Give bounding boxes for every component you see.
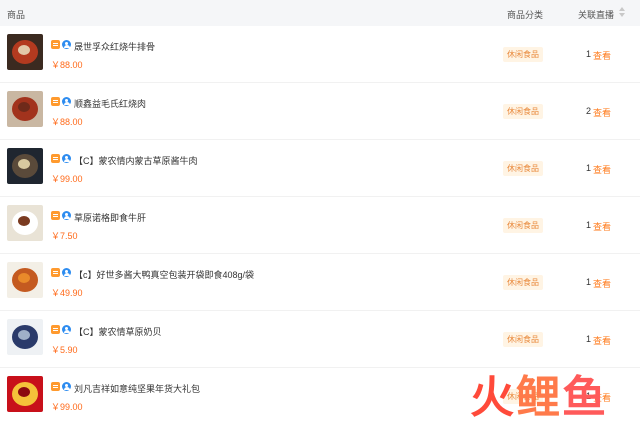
- live-count: 1: [586, 277, 592, 287]
- live-count: 1: [586, 49, 592, 59]
- product-name[interactable]: 顺鑫益毛氏红烧肉: [74, 97, 146, 110]
- anchor-badge-icon: [62, 325, 71, 334]
- shop-badge-icon: [51, 40, 60, 49]
- live-count: 1: [586, 220, 592, 230]
- product-name[interactable]: 【C】蒙农情草原奶贝: [74, 325, 162, 338]
- header-product: 商品: [7, 10, 26, 20]
- product-thumbnail[interactable]: [7, 262, 43, 298]
- product-thumbnail[interactable]: [7, 319, 43, 355]
- category-tag: 休闲食品: [503, 332, 543, 347]
- shop-badge-icon: [51, 97, 60, 106]
- anchor-badge-icon: [62, 382, 71, 391]
- category-tag: 休闲食品: [503, 275, 543, 290]
- table-row: 草原诺格即食牛肝 ￥7.50 休闲食品 1 查看: [0, 197, 640, 254]
- anchor-badge-icon: [62, 40, 71, 49]
- shop-badge-icon: [51, 154, 60, 163]
- product-name[interactable]: 晟世孚众红烧牛排骨: [74, 40, 155, 53]
- thumbnail-detail: [18, 102, 30, 112]
- live-count: 1: [586, 163, 592, 173]
- view-live-link[interactable]: 查看: [593, 163, 611, 176]
- product-price: ￥49.90: [51, 288, 83, 298]
- watermark-logo-text: 火鲤鱼: [470, 372, 608, 423]
- table-row: 晟世孚众红烧牛排骨 ￥88.00 休闲食品 1 查看: [0, 26, 640, 83]
- product-price: ￥99.00: [51, 402, 83, 412]
- table-row: 【C】蒙农情内蒙古草原酱牛肉 ￥99.00 休闲食品 1 查看: [0, 140, 640, 197]
- thumbnail-detail: [18, 45, 30, 55]
- product-thumbnail[interactable]: [7, 376, 43, 412]
- product-thumbnail[interactable]: [7, 205, 43, 241]
- view-live-link[interactable]: 查看: [593, 220, 611, 233]
- thumbnail-detail: [18, 273, 30, 283]
- watermark-logo: 火鲤鱼: [470, 372, 640, 424]
- product-name[interactable]: 刘凡吉祥如意纯坚果年货大礼包: [74, 382, 200, 395]
- shop-badge-icon: [51, 211, 60, 220]
- product-thumbnail[interactable]: [7, 34, 43, 70]
- product-thumbnail[interactable]: [7, 91, 43, 127]
- product-price: ￥5.90: [51, 345, 78, 355]
- anchor-badge-icon: [62, 154, 71, 163]
- table-row: 顺鑫益毛氏红烧肉 ￥88.00 休闲食品 2 查看: [0, 83, 640, 140]
- product-name[interactable]: 【C】蒙农情内蒙古草原酱牛肉: [74, 154, 198, 167]
- anchor-badge-icon: [62, 97, 71, 106]
- thumbnail-detail: [18, 216, 30, 226]
- shop-badge-icon: [51, 382, 60, 391]
- product-name[interactable]: 草原诺格即食牛肝: [74, 211, 146, 224]
- table-row: 【c】好世多酱大鸭真空包装开袋即食408g/袋 ￥49.90 休闲食品 1 查看: [0, 254, 640, 311]
- product-price: ￥88.00: [51, 117, 83, 127]
- category-tag: 休闲食品: [503, 161, 543, 176]
- product-price: ￥7.50: [51, 231, 78, 241]
- product-price: ￥88.00: [51, 60, 83, 70]
- table-row: 【C】蒙农情草原奶贝 ￥5.90 休闲食品 1 查看: [0, 311, 640, 368]
- table-header: 商品 商品分类 关联直播: [0, 0, 640, 26]
- view-live-link[interactable]: 查看: [593, 277, 611, 290]
- category-tag: 休闲食品: [503, 218, 543, 233]
- header-live: 关联直播: [578, 10, 615, 20]
- product-name[interactable]: 【c】好世多酱大鸭真空包装开袋即食408g/袋: [74, 268, 254, 281]
- view-live-link[interactable]: 查看: [593, 49, 611, 62]
- sort-icon[interactable]: [619, 7, 625, 19]
- product-price: ￥99.00: [51, 174, 83, 184]
- thumbnail-detail: [18, 387, 30, 397]
- thumbnail-detail: [18, 330, 30, 340]
- view-live-link[interactable]: 查看: [593, 334, 611, 347]
- category-tag: 休闲食品: [503, 47, 543, 62]
- live-count: 1: [586, 334, 592, 344]
- live-count: 2: [586, 106, 592, 116]
- view-live-link[interactable]: 查看: [593, 106, 611, 119]
- shop-badge-icon: [51, 268, 60, 277]
- category-tag: 休闲食品: [503, 104, 543, 119]
- product-thumbnail[interactable]: [7, 148, 43, 184]
- thumbnail-detail: [18, 159, 30, 169]
- shop-badge-icon: [51, 325, 60, 334]
- header-category: 商品分类: [507, 10, 544, 20]
- anchor-badge-icon: [62, 211, 71, 220]
- anchor-badge-icon: [62, 268, 71, 277]
